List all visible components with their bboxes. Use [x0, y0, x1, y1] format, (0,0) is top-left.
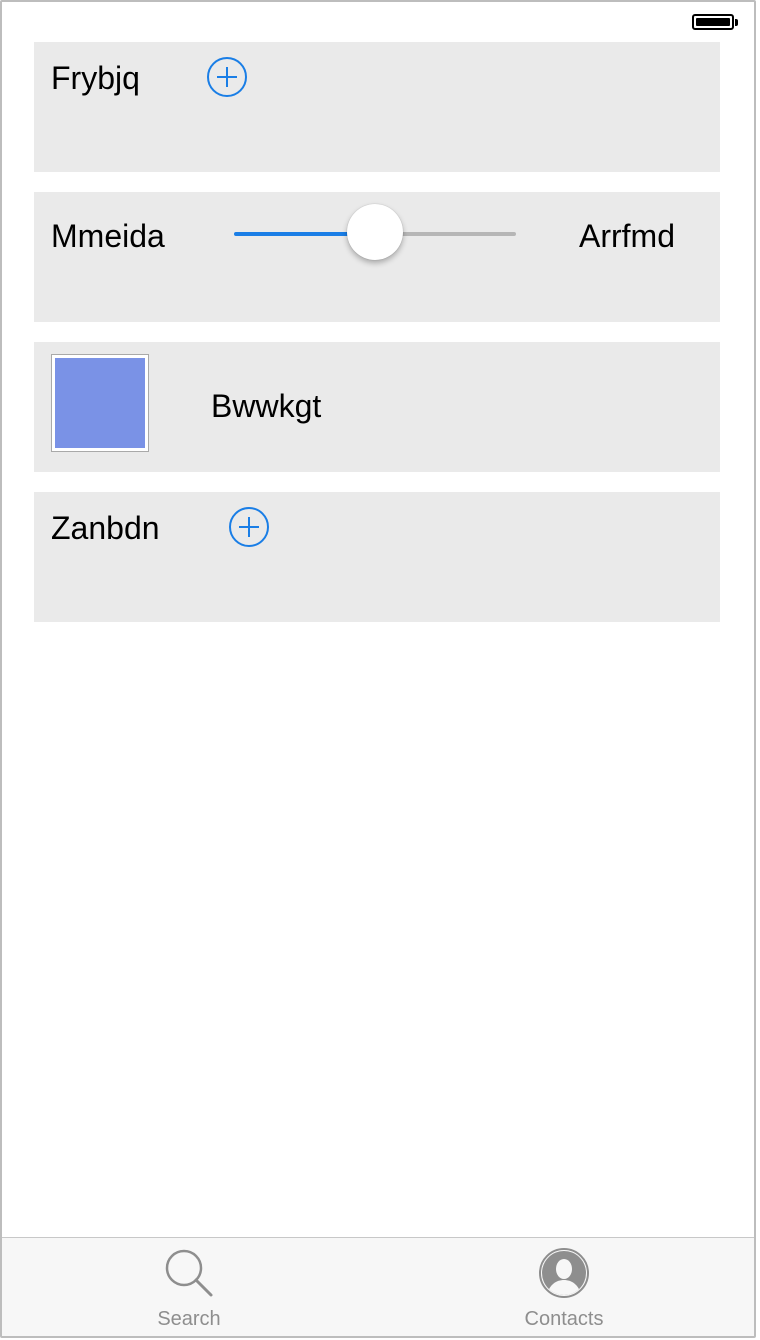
tab-search[interactable]: Search [89, 1238, 289, 1336]
add-circle-icon[interactable] [207, 57, 247, 97]
cell-label: Frybjq [51, 60, 140, 96]
slider[interactable] [234, 204, 516, 260]
tab-bar: Search Contacts [2, 1237, 754, 1336]
cell-color: Bwwkgt [34, 342, 720, 472]
contacts-icon [539, 1248, 589, 1298]
add-circle-icon[interactable] [229, 507, 269, 547]
cell-frybjq: Frybjq [34, 42, 720, 172]
slider-thumb[interactable] [347, 204, 403, 260]
battery-icon [692, 14, 734, 30]
cell-zanbdn: Zanbdn [34, 492, 720, 622]
color-swatch-fill [55, 358, 145, 448]
battery-level [696, 18, 730, 26]
battery-tip [735, 19, 738, 26]
search-icon [165, 1249, 213, 1297]
tab-contacts-label: Contacts [524, 1308, 604, 1330]
cell-label: Bwwkgt [211, 388, 322, 424]
slider-min-label: Mmeida [51, 218, 165, 254]
cell-slider: Mmeida Arrfmd [34, 192, 720, 322]
cell-label: Zanbdn [51, 510, 160, 546]
slider-max-label: Arrfmd [579, 218, 675, 254]
color-swatch[interactable] [51, 354, 149, 452]
app-window: Frybjq Mmeida Arrfmd Bwwkgt Zanbdn Searc… [0, 0, 756, 1338]
tab-contacts[interactable]: Contacts [464, 1238, 664, 1336]
tab-search-label: Search [157, 1308, 221, 1330]
status-bar [2, 2, 754, 42]
